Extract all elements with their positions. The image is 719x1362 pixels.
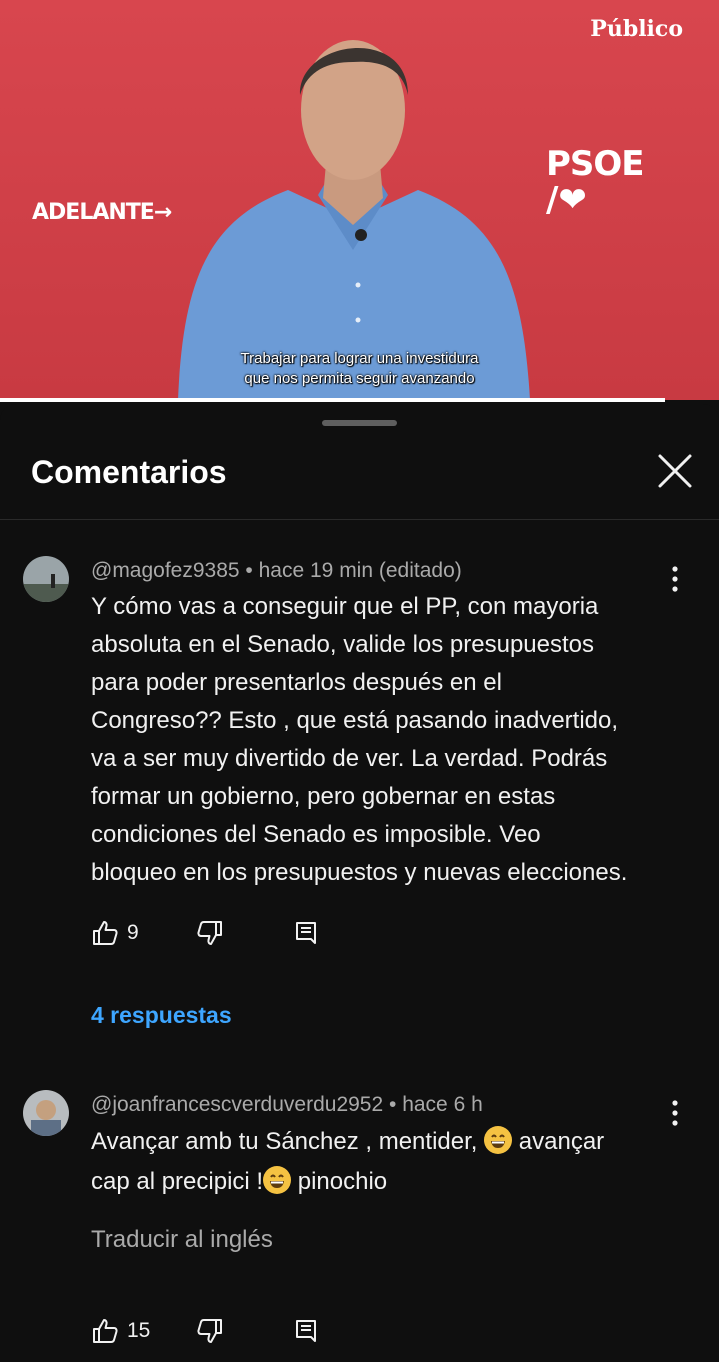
drag-handle[interactable] <box>322 420 397 426</box>
psoe-logo: PSOE /❤ <box>546 144 645 220</box>
comment-time: hace 19 min (editado) <box>258 559 462 582</box>
comment-time: hace 6 h <box>402 1093 483 1116</box>
like-button[interactable]: 9 <box>91 916 139 950</box>
reply-button[interactable] <box>293 916 319 950</box>
view-replies-link[interactable]: 4 respuestas <box>91 1002 232 1029</box>
subtitle-line: que nos permita seguir avanzando <box>244 370 475 387</box>
video-progress-bar[interactable] <box>0 398 665 402</box>
thumbs-up-icon <box>93 921 118 945</box>
avatar[interactable] <box>23 556 69 602</box>
avatar-image <box>23 1090 69 1136</box>
adelante-slogan: ADELANTE→ <box>32 200 172 225</box>
grinning-emoji-icon <box>484 1126 513 1154</box>
psoe-name: PSOE <box>546 144 645 184</box>
like-count: 15 <box>127 1319 151 1342</box>
dislike-button[interactable] <box>196 916 224 950</box>
comment-meta: @joanfrancescverduverdu2952 • hace 6 h <box>91 1093 483 1116</box>
thumbs-down-icon <box>197 921 222 945</box>
thumbs-up-icon <box>93 1319 118 1343</box>
publico-logo: Público <box>590 16 683 42</box>
grinning-emoji-icon <box>263 1166 292 1194</box>
video-player[interactable]: Público ADELANTE→ PSOE /❤ Trabajar para … <box>0 0 719 400</box>
avatar-image <box>23 556 69 602</box>
speaker-figure <box>178 40 530 400</box>
like-count: 9 <box>127 921 139 944</box>
like-button[interactable]: 15 <box>91 1314 150 1348</box>
comment-icon <box>296 1320 316 1342</box>
thumbs-down-icon <box>197 1319 222 1343</box>
reply-button[interactable] <box>293 1314 319 1348</box>
panel-title: Comentarios <box>31 454 227 490</box>
translate-link[interactable]: Traducir al inglés <box>91 1226 273 1254</box>
comment-actions: 15 <box>91 1314 331 1348</box>
avatar[interactable] <box>23 1090 69 1136</box>
comment-author[interactable]: @joanfrancescverduverdu2952 <box>91 1093 383 1116</box>
dislike-button[interactable] <box>196 1314 224 1348</box>
comment-actions: 9 <box>91 916 331 950</box>
close-icon[interactable] <box>656 452 694 490</box>
comment-meta: @magofez9385 • hace 19 min (editado) <box>91 559 462 582</box>
comment-icon <box>296 922 316 944</box>
comment-text: Avançar amb tu Sánchez , mentider, avanç… <box>91 1126 605 1195</box>
comment-author[interactable]: @magofez9385 <box>91 559 240 582</box>
psoe-mark: /❤ <box>546 180 587 220</box>
comment-text: Y cómo vas a conseguir que el PP, con ma… <box>91 593 628 886</box>
subtitle-line: Trabajar para lograr una investidura <box>240 350 479 367</box>
comments-panel: Comentarios @magofez9385 • hace 19 min (… <box>0 404 719 1362</box>
divider <box>0 519 719 520</box>
